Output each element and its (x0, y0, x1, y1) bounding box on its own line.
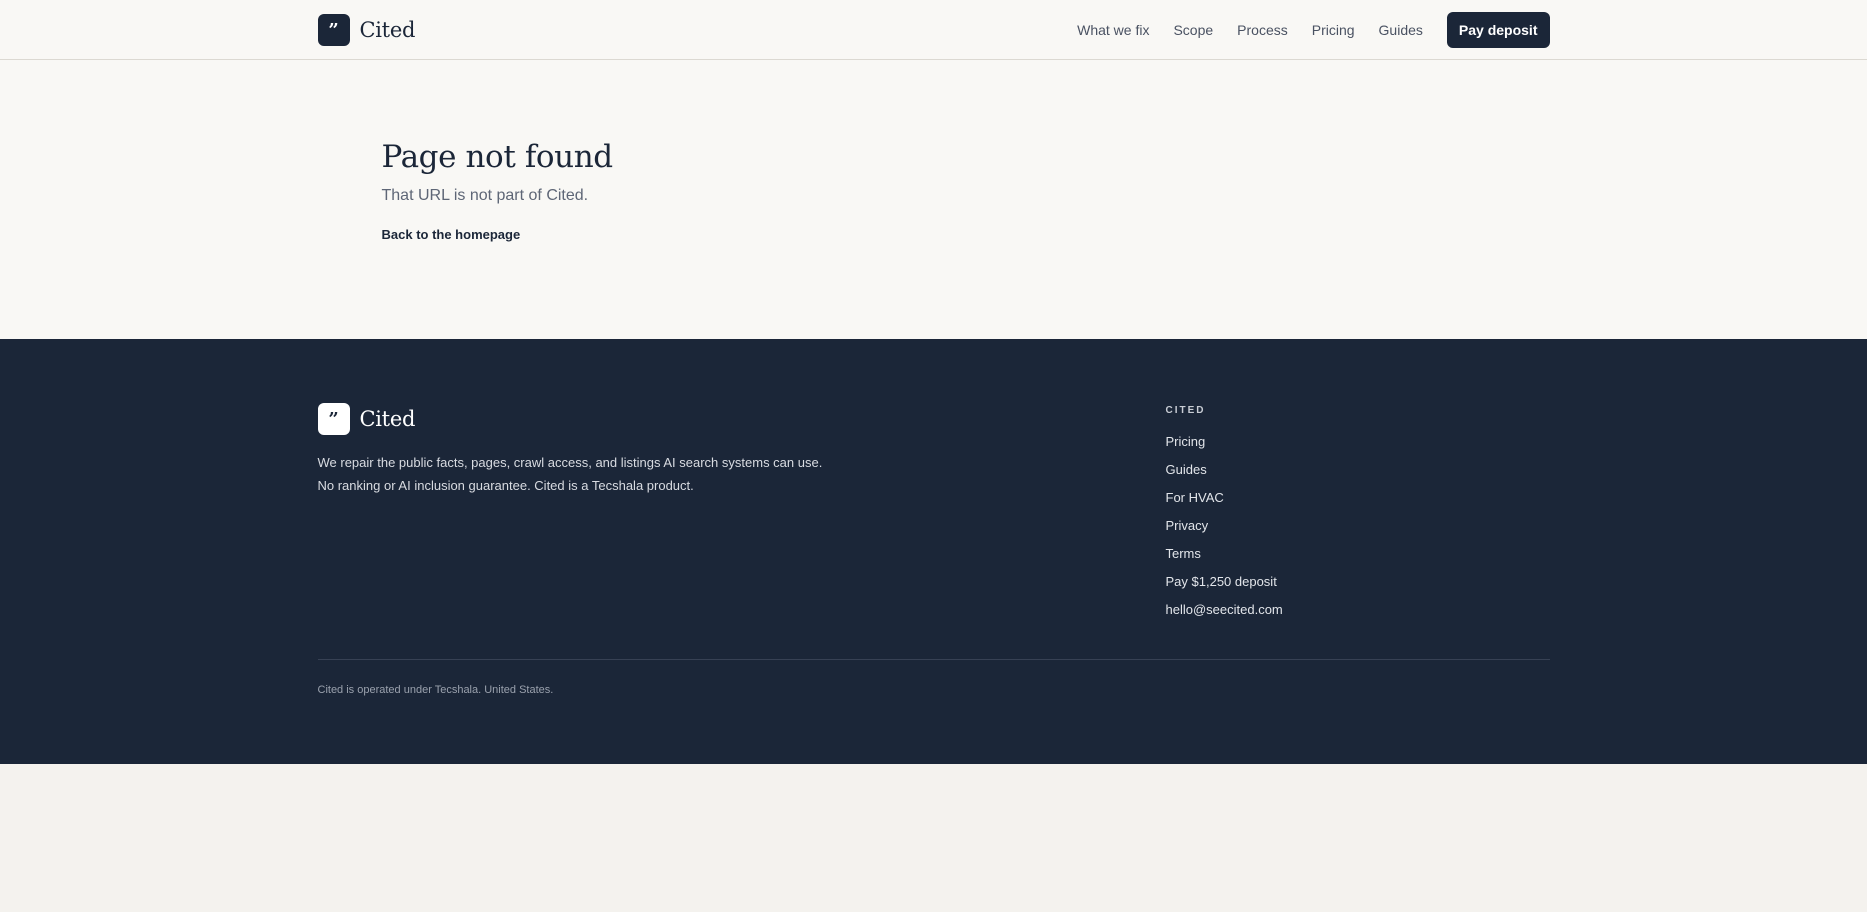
pay-deposit-button[interactable]: Pay deposit (1446, 12, 1550, 48)
page-subtitle: That URL is not part of Cited. (381, 187, 589, 205)
footer-brand[interactable]: ” Cited (317, 403, 416, 435)
quote-mark-icon: ” (317, 403, 350, 435)
footer-legal-text: Cited is operated under Tecshala. United… (317, 684, 554, 696)
footer-link-for-hvac[interactable]: For HVAC (1166, 484, 1283, 512)
site-footer: ” Cited We repair the public facts, page… (0, 339, 1867, 764)
not-found-section: Page not found That URL is not part of C… (0, 60, 1867, 339)
nav-what-we-fix[interactable]: What we fix (1077, 22, 1149, 38)
footer-description-line: No ranking or AI inclusion guarantee. Ci… (317, 478, 694, 493)
main-nav: What we fix Scope Process Pricing Guides… (1077, 12, 1550, 48)
footer-links-column: CITED Pricing Guides For HVAC Privacy Te… (1166, 405, 1283, 624)
nav-pricing[interactable]: Pricing (1312, 22, 1355, 38)
nav-scope[interactable]: Scope (1173, 22, 1213, 38)
footer-link-email[interactable]: hello@seecited.com (1166, 596, 1283, 624)
nav-process[interactable]: Process (1237, 22, 1288, 38)
footer-column-heading: CITED (1165, 405, 1206, 416)
footer-description-line: We repair the public facts, pages, crawl… (317, 455, 823, 470)
page-bottom-background (0, 764, 1867, 912)
footer-link-pricing[interactable]: Pricing (1166, 428, 1283, 456)
footer-link-privacy[interactable]: Privacy (1166, 512, 1283, 540)
nav-guides[interactable]: Guides (1379, 22, 1423, 38)
footer-link-guides[interactable]: Guides (1166, 456, 1283, 484)
site-header: ” Cited What we fix Scope Process Pricin… (0, 0, 1867, 60)
footer-link-pay-deposit[interactable]: Pay $1,250 deposit (1166, 568, 1283, 596)
quote-mark-icon: ” (317, 14, 350, 46)
footer-divider (317, 659, 1550, 660)
brand-home-link[interactable]: ” Cited (317, 14, 416, 46)
back-to-homepage-link[interactable]: Back to the homepage (382, 227, 521, 242)
footer-brand-name: Cited (359, 407, 416, 431)
page-title: Page not found (381, 139, 614, 175)
footer-description: We repair the public facts, pages, crawl… (318, 451, 878, 497)
footer-link-terms[interactable]: Terms (1166, 540, 1283, 568)
brand-name: Cited (359, 18, 416, 42)
